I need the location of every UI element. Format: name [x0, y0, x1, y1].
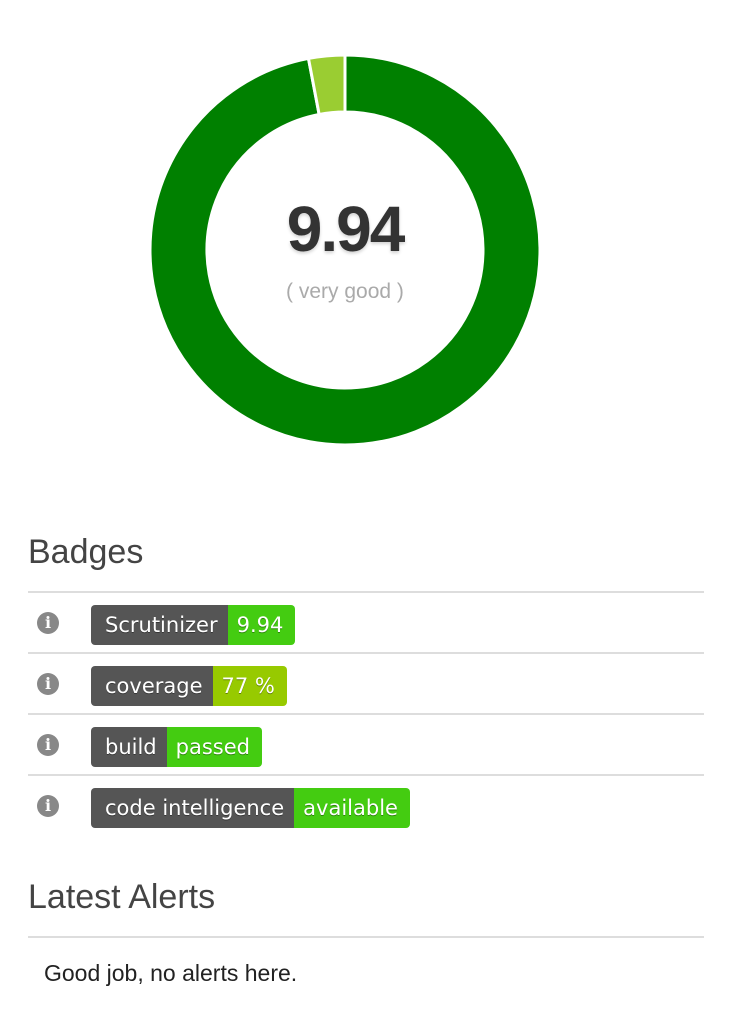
score-center: 9.94 ( very good )	[150, 55, 540, 445]
badge-value: available	[294, 788, 410, 828]
scrutinizer-badge[interactable]: Scrutinizer 9.94	[91, 605, 296, 645]
badge-value: passed	[166, 727, 262, 767]
badges-table: i Scrutinizer 9.94 i coverage 77 % i bui…	[28, 591, 704, 835]
badge-label: code intelligence	[91, 788, 295, 828]
badge-label: coverage	[91, 666, 213, 706]
latest-alerts-heading: Latest Alerts	[28, 878, 216, 916]
code-intelligence-badge[interactable]: code intelligence available	[91, 788, 410, 828]
no-alerts-message: Good job, no alerts here.	[44, 960, 298, 986]
badge-row-coverage: i coverage 77 %	[28, 654, 704, 715]
badge-label: Scrutinizer	[91, 605, 228, 645]
info-icon[interactable]: i	[37, 612, 59, 634]
badge-row-scrutinizer: i Scrutinizer 9.94	[28, 593, 704, 654]
badges-heading: Badges	[28, 533, 144, 571]
alerts-divider	[28, 936, 704, 938]
badge-row-build: i build passed	[28, 715, 704, 776]
badge-row-code-intelligence: i code intelligence available	[28, 776, 704, 835]
info-icon[interactable]: i	[37, 673, 59, 695]
badge-value: 77 %	[212, 666, 287, 706]
score-rating: ( very good )	[286, 280, 404, 303]
quality-score-widget: 9.94 ( very good )	[150, 55, 540, 445]
coverage-badge[interactable]: coverage 77 %	[91, 666, 287, 706]
score-value: 9.94	[286, 193, 406, 265]
build-badge[interactable]: build passed	[91, 727, 262, 767]
badge-label: build	[91, 727, 167, 767]
info-icon[interactable]: i	[37, 734, 59, 756]
info-icon[interactable]: i	[37, 795, 59, 817]
badge-value: 9.94	[227, 605, 296, 645]
